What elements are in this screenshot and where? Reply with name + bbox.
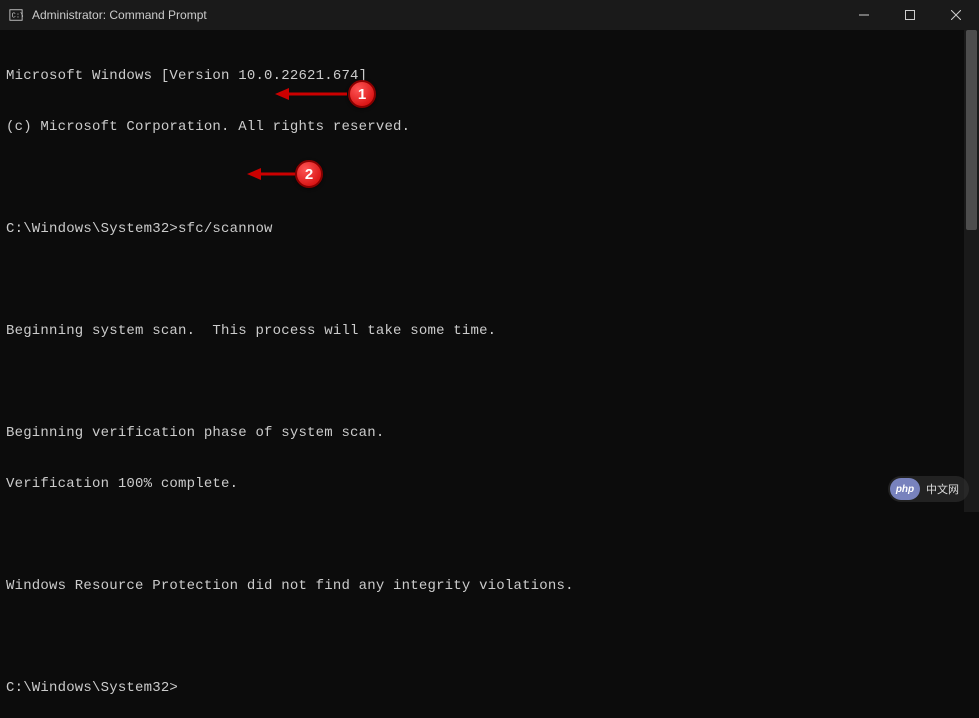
titlebar[interactable]: C:\ Administrator: Command Prompt [0, 0, 979, 30]
scrollbar[interactable] [964, 30, 979, 512]
window-controls [841, 0, 979, 30]
terminal-line: Verification 100% complete. [6, 476, 973, 493]
watermark: php 中文网 [888, 476, 969, 502]
terminal-line: Microsoft Windows [Version 10.0.22621.67… [6, 68, 973, 85]
terminal-line: (c) Microsoft Corporation. All rights re… [6, 119, 973, 136]
terminal-line [6, 374, 973, 391]
terminal-line [6, 170, 973, 187]
terminal-line: Beginning system scan. This process will… [6, 323, 973, 340]
maximize-button[interactable] [887, 0, 933, 30]
terminal-line [6, 629, 973, 646]
watermark-logo: php [890, 478, 920, 500]
watermark-text: 中文网 [926, 481, 959, 497]
minimize-button[interactable] [841, 0, 887, 30]
svg-text:C:\: C:\ [12, 13, 23, 21]
close-button[interactable] [933, 0, 979, 30]
window-title: Administrator: Command Prompt [32, 8, 841, 22]
terminal-output[interactable]: Microsoft Windows [Version 10.0.22621.67… [0, 30, 979, 718]
terminal-line: C:\Windows\System32> [6, 680, 973, 697]
terminal-line: C:\Windows\System32>sfc/scannow [6, 221, 973, 238]
terminal-line: Windows Resource Protection did not find… [6, 578, 973, 595]
scrollbar-thumb[interactable] [966, 30, 977, 230]
terminal-line [6, 272, 973, 289]
terminal-line: Beginning verification phase of system s… [6, 425, 973, 442]
cmd-icon: C:\ [8, 7, 24, 23]
terminal-line [6, 527, 973, 544]
